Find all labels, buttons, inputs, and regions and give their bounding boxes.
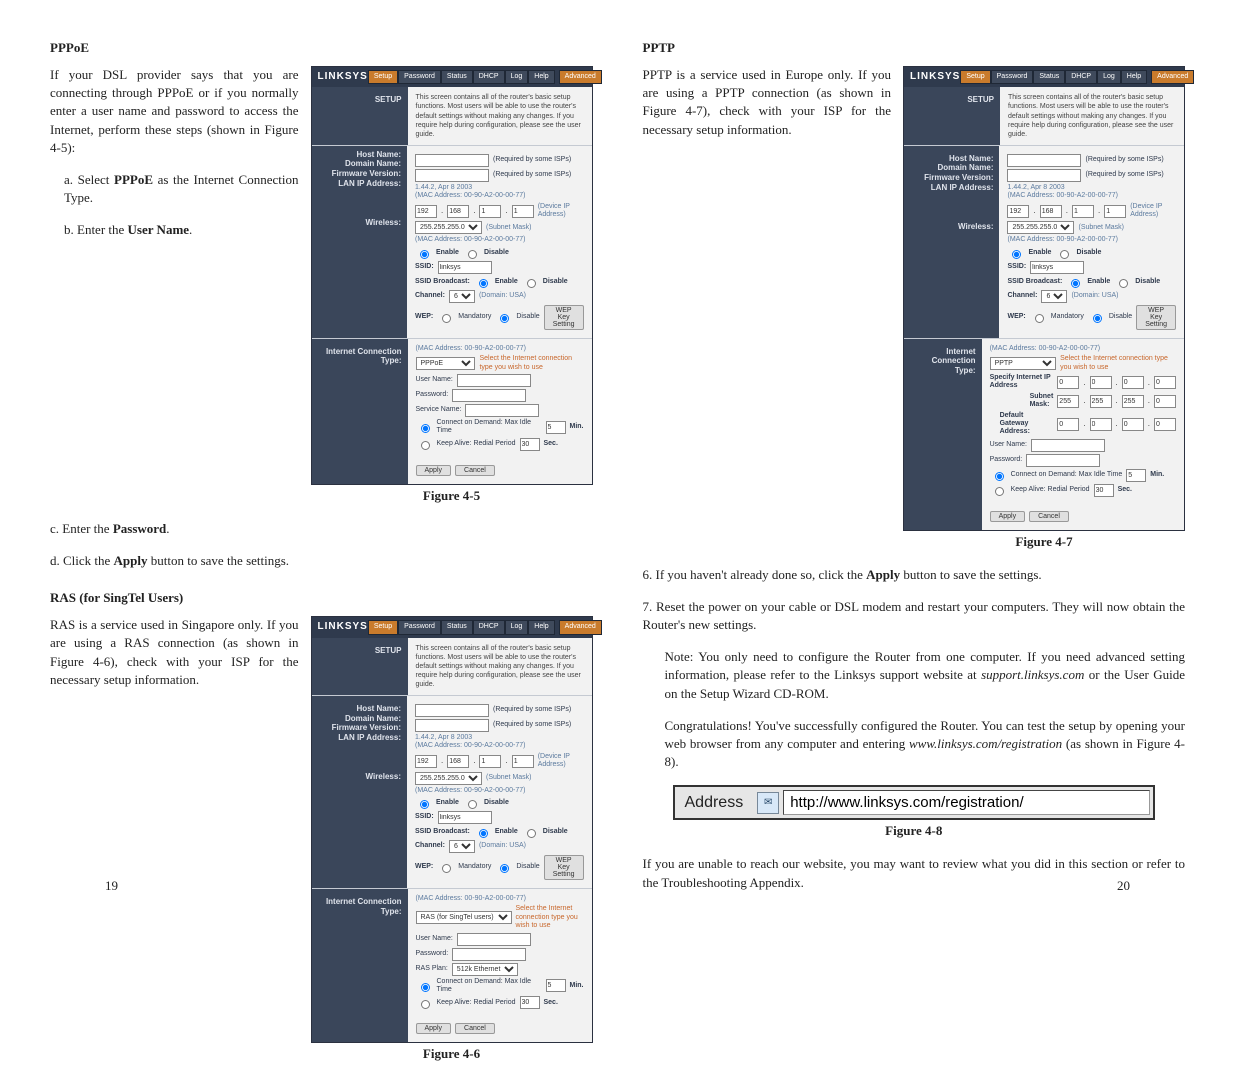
congrats-para: Congratulations! You've successfully con… <box>665 717 1186 772</box>
closing-para: If you are unable to reach our website, … <box>643 855 1186 891</box>
step-d: d. Click the Apply button to save the se… <box>50 552 593 570</box>
ip-oct2[interactable] <box>447 205 469 218</box>
step-c: c. Enter the Password. <box>50 520 593 538</box>
ras-plan-select[interactable]: 512k Ethernet <box>452 963 518 976</box>
firmware-val: 1.44.2, Apr 8 2003 <box>415 184 584 192</box>
pppoe-heading: PPPoE <box>50 40 593 56</box>
ras-intro: RAS is a service used in Singapore only.… <box>50 616 299 689</box>
bcast-enable[interactable] <box>479 279 488 288</box>
lbl-ict: Internet Connection Type: <box>312 339 408 484</box>
page-number-right: 20 <box>1117 878 1130 894</box>
ip-oct4[interactable] <box>512 205 534 218</box>
step-b: b. Enter the User Name. <box>64 221 299 239</box>
ka-radio[interactable] <box>421 441 430 450</box>
wireless-enable[interactable] <box>420 250 429 259</box>
side-setup: SETUP <box>312 87 408 144</box>
mac-hint: (MAC Address: 00-90-A2-00-00-77) <box>415 192 584 200</box>
ip-oct3[interactable] <box>479 205 501 218</box>
cancel-button[interactable]: Cancel <box>455 465 495 476</box>
tab-status[interactable]: Status <box>441 70 473 84</box>
wireless-disable[interactable] <box>468 250 477 259</box>
lbl-firmware: Firmware Version: <box>318 169 401 179</box>
tab-help[interactable]: Help <box>528 70 554 84</box>
figure-4-8-caption: Figure 4-8 <box>673 823 1156 839</box>
figure-4-7-router: LINKSYS SetupPasswordStatusDHCPLogHelpAd… <box>903 66 1185 531</box>
ssid-input[interactable] <box>438 261 492 274</box>
ip-oct1[interactable] <box>415 205 437 218</box>
figure-4-5-router: LINKSYS Setup Password Status DHCP Log H… <box>311 66 593 485</box>
pppoe-intro: If your DSL provider says that you are c… <box>50 66 299 157</box>
page-number-left: 19 <box>105 878 118 894</box>
host-input[interactable] <box>415 154 489 167</box>
figure-4-6-router: LINKSYS SetupPasswordStatusDHCPLogHelpAd… <box>311 616 593 1043</box>
router-intro: This screen contains all of the router's… <box>416 93 584 138</box>
step-6: 6. If you haven't already done so, click… <box>643 566 1186 584</box>
subnet-select[interactable]: 255.255.255.0 <box>415 221 482 234</box>
pptp-heading: PPTP <box>643 40 1186 56</box>
tab-log[interactable]: Log <box>505 70 529 84</box>
password-input[interactable] <box>452 389 526 402</box>
pptp-intro: PPTP is a service used in Europe only. I… <box>643 66 892 139</box>
note-para: Note: You only need to configure the Rou… <box>665 648 1186 703</box>
conn-type-select[interactable]: PPPoE <box>416 357 476 370</box>
cod-min-input[interactable] <box>546 421 566 434</box>
ras-heading: RAS (for SingTel Users) <box>50 590 593 606</box>
pptp-conn-select[interactable]: PPTP <box>990 357 1057 370</box>
username-input[interactable] <box>457 374 531 387</box>
lbl-domainname: Domain Name: <box>318 159 401 169</box>
lbl-wireless: Wireless: <box>318 218 401 228</box>
wep-key-button[interactable]: WEP Key Setting <box>544 305 584 330</box>
bcast-disable[interactable] <box>527 279 536 288</box>
ie-page-icon: ✉ <box>757 792 779 814</box>
channel-select[interactable]: 6 <box>449 290 475 303</box>
wep-mandatory[interactable] <box>442 314 451 323</box>
tab-setup[interactable]: Setup <box>368 70 398 84</box>
apply-button[interactable]: Apply <box>416 465 452 476</box>
figure-4-5-caption: Figure 4-5 <box>311 488 593 504</box>
figure-4-7-caption: Figure 4-7 <box>903 534 1185 550</box>
domain-input[interactable] <box>415 169 489 182</box>
address-bar: Address ✉ http://www.linksys.com/registr… <box>673 785 1156 820</box>
servicename-input[interactable] <box>465 404 539 417</box>
tab-advanced[interactable]: Advanced <box>559 70 602 84</box>
ras-conn-select[interactable]: RAS (for SingTel users) <box>416 911 512 924</box>
wep-disable[interactable] <box>500 314 509 323</box>
address-url[interactable]: http://www.linksys.com/registration/ <box>783 790 1150 815</box>
lbl-hostname: Host Name: <box>318 150 401 160</box>
step-a: a. Select PPPoE as the Internet Connecti… <box>64 171 299 207</box>
figure-4-6-caption: Figure 4-6 <box>311 1046 593 1062</box>
pptp-ip1[interactable] <box>1057 376 1079 389</box>
tab-password[interactable]: Password <box>398 70 441 84</box>
address-label: Address <box>675 790 754 816</box>
tab-dhcp[interactable]: DHCP <box>473 70 505 84</box>
step-7: 7. Reset the power on your cable or DSL … <box>643 598 1186 634</box>
lbl-lanip: LAN IP Address: <box>318 179 401 189</box>
router-logo: LINKSYS <box>318 71 368 83</box>
ka-sec-input[interactable] <box>520 438 540 451</box>
cod-radio[interactable] <box>421 424 430 433</box>
